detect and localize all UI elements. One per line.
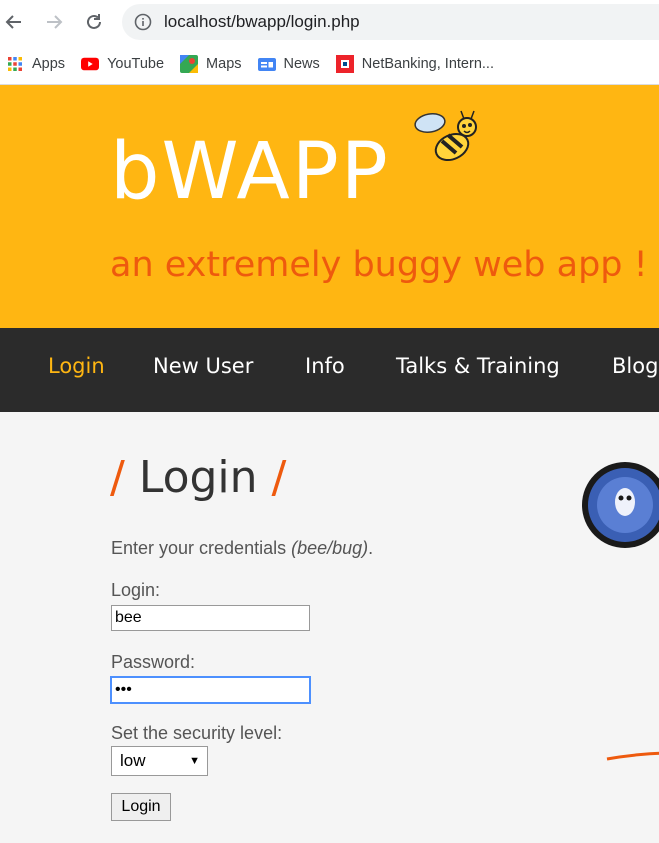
login-input[interactable]: bee <box>111 605 310 631</box>
back-button[interactable] <box>0 8 28 36</box>
password-label: Password: <box>111 652 196 672</box>
back-arrow-icon <box>5 15 21 29</box>
menu-item-info[interactable]: Info <box>305 354 345 378</box>
site-header: bWAPP an extremely buggy web app ! <box>0 85 659 328</box>
bookmark-news[interactable]: News <box>257 55 320 73</box>
bookmark-label: Apps <box>32 56 66 72</box>
dropdown-arrow-icon: ▼ <box>189 755 200 767</box>
forward-button[interactable] <box>40 8 68 36</box>
bookmark-label: News <box>283 56 320 72</box>
page-title-text: Login <box>138 452 258 503</box>
bookmark-netbanking[interactable]: NetBanking, Intern... <box>335 55 494 73</box>
news-icon <box>257 55 276 73</box>
address-bar[interactable]: localhost/bwapp/login.php <box>122 4 659 40</box>
login-content: / Login / Enter your credentials (bee/bu… <box>0 412 659 843</box>
browser-toolbar: localhost/bwapp/login.php <box>0 0 659 44</box>
menu-item-talks-training[interactable]: Talks & Training <box>396 354 560 378</box>
instruction-period: . <box>368 538 374 558</box>
bookmark-label: YouTube <box>107 56 165 72</box>
bookmark-youtube[interactable]: YouTube <box>81 55 164 73</box>
security-level-select[interactable]: low ▼ <box>111 746 208 776</box>
bookmarks-bar: Apps YouTube Maps News NetBanking, Inter… <box>0 44 659 85</box>
maps-icon <box>180 55 199 73</box>
title-slash-left: / <box>110 452 125 503</box>
site-logo[interactable]: bWAPP <box>110 127 390 217</box>
instruction-text: Enter your credentials <box>111 538 292 558</box>
netbanking-icon <box>335 55 354 73</box>
login-button[interactable]: Login <box>111 793 171 821</box>
forward-arrow-icon <box>47 15 63 29</box>
credentials-instruction: Enter your credentials (bee/bug). <box>111 538 373 559</box>
bookmark-apps[interactable]: Apps <box>6 55 65 73</box>
security-level-label: Set the security level: <box>111 723 283 743</box>
youtube-icon <box>81 55 100 73</box>
bookmark-label: Maps <box>206 56 242 72</box>
url-text: localhost/bwapp/login.php <box>164 12 360 31</box>
login-label: Login: <box>111 580 161 600</box>
main-menu: Login New User Info Talks & Training Blo… <box>0 328 659 412</box>
menu-item-blog[interactable]: Blog <box>612 354 658 378</box>
reload-icon <box>87 14 101 29</box>
decorative-brush-stroke <box>606 751 659 761</box>
bookmark-maps[interactable]: Maps <box>180 55 242 73</box>
title-slash-right: / <box>271 452 287 503</box>
password-input[interactable]: ••• <box>111 677 310 703</box>
security-level-value: low <box>120 751 146 770</box>
owasp-logo-icon <box>582 462 659 548</box>
site-tagline: an extremely buggy web app ! <box>110 245 648 285</box>
reload-button[interactable] <box>80 8 108 36</box>
apps-grid-icon <box>6 55 24 73</box>
menu-item-login[interactable]: Login <box>48 354 105 378</box>
bookmark-label: NetBanking, Intern... <box>361 56 494 72</box>
bee-icon <box>414 110 477 162</box>
page-title: / Login / <box>110 452 286 503</box>
instruction-hint: (bee/bug) <box>291 538 369 558</box>
info-icon[interactable] <box>134 13 152 31</box>
menu-item-new-user[interactable]: New User <box>153 354 253 378</box>
